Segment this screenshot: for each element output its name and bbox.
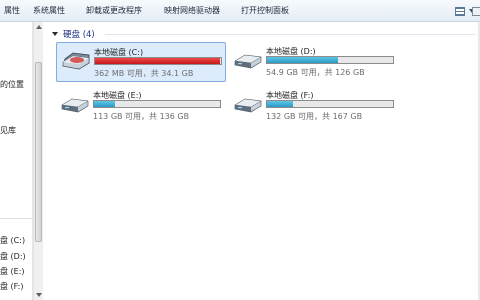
nav-item-recent-places[interactable]: 的位置	[0, 79, 24, 90]
nav-item-drive-e[interactable]: 盘 (E:)	[0, 266, 25, 277]
command-toolbar: 属性 系统属性 卸载或更改程序 映射网络驱动器 打开控制面板	[0, 0, 480, 22]
usage-bar	[266, 56, 394, 64]
drive-tile-d[interactable]: 本地磁盘 (D:) 54.9 GB 可用，共 126 GB	[229, 42, 399, 82]
drive-tile-f[interactable]: 本地磁盘 (F:) 132 GB 可用，共 167 GB	[229, 86, 399, 126]
preview-pane-controls	[472, 4, 480, 18]
hard-drive-icon	[62, 52, 90, 70]
free-space-text: 362 MB 可用，共 34.1 GB	[94, 69, 194, 78]
usage-bar-fill	[267, 101, 294, 107]
nav-item-drive-d[interactable]: 盘 (D:)	[0, 251, 26, 262]
group-divider	[105, 34, 475, 35]
open-control-panel-button[interactable]: 打开控制面板	[241, 0, 289, 22]
nav-item-drive-f[interactable]: 盘 (F:)	[0, 281, 23, 292]
scrollbar-thumb[interactable]	[35, 62, 42, 242]
hard-drive-icon	[234, 54, 262, 69]
properties-button[interactable]: 属性	[4, 0, 20, 22]
uninstall-change-program-button[interactable]: 卸载或更改程序	[86, 0, 142, 22]
usage-bar-fill	[267, 57, 338, 63]
scroll-up-arrow-icon[interactable]	[36, 25, 42, 29]
free-space-text: 113 GB 可用，共 136 GB	[93, 112, 190, 121]
free-space-text: 132 GB 可用，共 167 GB	[266, 112, 363, 121]
usage-bar-fill	[95, 58, 220, 64]
navigation-pane: 的位置 见库 盘 (C:) 盘 (D:) 盘 (E:) 盘 (F:)	[0, 22, 33, 300]
usage-bar	[93, 100, 221, 108]
preview-pane-icon[interactable]	[472, 6, 480, 16]
hard-drive-icon	[234, 98, 262, 113]
usage-bar-fill	[94, 101, 116, 107]
nav-item-drive-c[interactable]: 盘 (C:)	[0, 235, 25, 246]
change-view-icon[interactable]	[455, 6, 465, 16]
usage-bar	[266, 100, 394, 108]
map-network-drive-button[interactable]: 映射网络驱动器	[164, 0, 220, 22]
scroll-down-arrow-icon[interactable]	[36, 293, 42, 297]
nav-scrollbar[interactable]	[33, 22, 43, 300]
drive-tile-c[interactable]: 本地磁盘 (C:) 362 MB 可用，共 34.1 GB	[56, 42, 226, 82]
nav-item-libraries[interactable]: 见库	[0, 125, 16, 136]
drive-tile-e[interactable]: 本地磁盘 (E:) 113 GB 可用，共 136 GB	[56, 86, 226, 126]
usage-bar	[94, 57, 222, 65]
collapse-arrow-icon[interactable]	[52, 32, 58, 36]
system-properties-button[interactable]: 系统属性	[33, 0, 65, 22]
hard-drive-icon	[61, 98, 89, 113]
hard-drives-group-header[interactable]: 硬盘 (4)	[52, 28, 95, 40]
free-space-text: 54.9 GB 可用，共 126 GB	[266, 68, 365, 77]
group-title: 硬盘 (4)	[63, 30, 95, 40]
nav-divider	[0, 218, 32, 219]
